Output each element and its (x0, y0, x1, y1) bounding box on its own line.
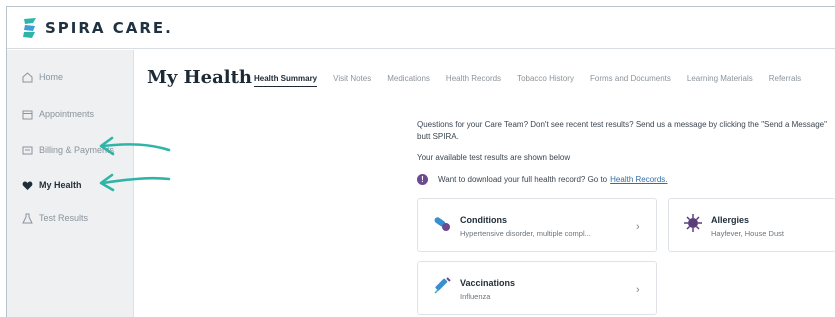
flask-icon (21, 212, 33, 224)
card-title: Vaccinations (460, 278, 516, 288)
pills-icon (432, 213, 452, 238)
card-subtitle: Hayfever, House Dust (711, 229, 784, 238)
top-header: SPIRA CARE. (7, 7, 835, 49)
tab-medications[interactable]: Medications (387, 74, 430, 87)
tab-tobacco-history[interactable]: Tobacco History (517, 74, 574, 87)
tab-referrals[interactable]: Referrals (769, 74, 801, 87)
sidebar-item-home[interactable]: Home (21, 69, 63, 85)
calendar-icon (21, 108, 33, 120)
spira-logo-icon (23, 18, 36, 38)
card-subtitle: Hypertensive disorder, multiple compl... (460, 229, 591, 238)
sidebar-item-label: Appointments (39, 109, 95, 119)
tab-learning-materials[interactable]: Learning Materials (687, 74, 753, 87)
billing-icon (21, 144, 33, 156)
annotation-arrow-billing-icon (99, 136, 171, 156)
info-icon: ! (417, 174, 428, 185)
card-title: Conditions (460, 215, 507, 225)
chevron-right-icon: › (636, 221, 640, 233)
syringe-icon (432, 276, 452, 301)
sidebar-item-label: My Health (39, 180, 82, 190)
annotation-arrow-my-health-icon (99, 173, 171, 192)
banner-text: Want to download your full health record… (438, 175, 608, 184)
card-subtitle: Influenza (460, 292, 491, 301)
sidebar-item-my-health[interactable]: My Health (21, 177, 82, 193)
sidebar-item-appointments[interactable]: Appointments (21, 106, 94, 122)
health-records-link[interactable]: Health Records. (610, 175, 667, 184)
card-vaccinations[interactable]: Vaccinations Influenza › (417, 261, 657, 315)
heart-icon (21, 179, 33, 191)
tab-visit-notes[interactable]: Visit Notes (333, 74, 371, 87)
sidebar-item-test-results[interactable]: Test Results (21, 210, 88, 226)
page-title: My Health (147, 67, 253, 88)
tab-health-records[interactable]: Health Records (446, 74, 501, 87)
app-window: SPIRA CARE. Home Appointments Billing & … (6, 6, 835, 317)
home-icon (21, 71, 33, 83)
test-results-note: Your available test results are shown be… (417, 153, 571, 162)
card-allergies[interactable]: Allergies Hayfever, House Dust (668, 198, 835, 252)
chevron-right-icon: › (636, 284, 640, 296)
download-banner: ! Want to download your full health reco… (417, 174, 668, 185)
sidebar-item-label: Home (39, 72, 64, 82)
tab-forms-documents[interactable]: Forms and Documents (590, 74, 671, 87)
card-title: Allergies (711, 215, 750, 225)
brand-name: SPIRA CARE. (45, 19, 173, 37)
card-conditions[interactable]: Conditions Hypertensive disorder, multip… (417, 198, 657, 252)
brand-logo[interactable]: SPIRA CARE. (21, 17, 173, 39)
care-team-message: Questions for your Care Team? Don't see … (417, 120, 827, 141)
virus-icon (683, 213, 703, 238)
sidebar-item-label: Test Results (39, 213, 89, 223)
health-tabs: Health Summary Visit Notes Medications H… (254, 74, 817, 87)
tab-health-summary[interactable]: Health Summary (254, 74, 318, 87)
